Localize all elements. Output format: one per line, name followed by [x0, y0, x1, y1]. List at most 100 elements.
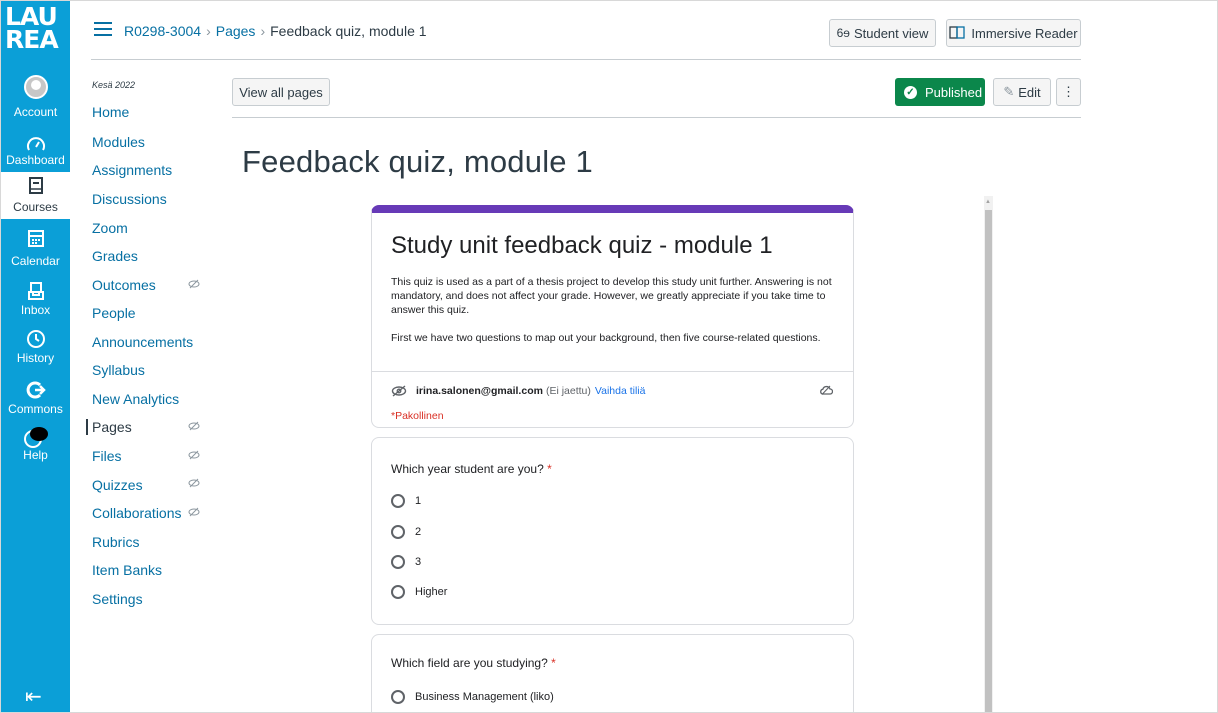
global-nav-history-label: History: [16, 351, 55, 365]
radio-button-icon: [391, 690, 405, 704]
global-nav-calendar[interactable]: Calendar: [1, 228, 70, 274]
radio-button-icon: [391, 494, 405, 508]
account-divider: [372, 371, 853, 372]
course-term: Kesä 2022: [92, 80, 136, 90]
global-nav-help-label: Help: [23, 448, 48, 462]
hidden-eye-icon: [188, 421, 200, 431]
toolbar-divider: [232, 117, 1081, 118]
course-menu-toggle-icon[interactable]: [94, 22, 112, 36]
student-view-button[interactable]: 6ɘ Student view: [829, 19, 936, 47]
form-header-card: Study unit feedback quiz - module 1 This…: [371, 205, 854, 428]
global-nav-inbox-label: Inbox: [20, 303, 51, 317]
course-nav-new-analytics[interactable]: New Analytics: [92, 391, 179, 407]
breadcrumb-course-link[interactable]: R0298-3004: [124, 23, 201, 39]
radio-option[interactable]: 1: [391, 494, 421, 508]
global-nav-inbox[interactable]: Inbox: [1, 281, 70, 327]
edit-button[interactable]: ✎ Edit: [993, 78, 1051, 106]
course-nav-assignments[interactable]: Assignments: [92, 162, 172, 178]
breadcrumb-current: Feedback quiz, module 1: [270, 23, 427, 39]
check-circle-icon: ✓: [904, 85, 917, 99]
radio-option[interactable]: 2: [391, 525, 421, 539]
course-nav-pages[interactable]: Pages: [86, 419, 132, 435]
course-nav-quizzes[interactable]: Quizzes: [92, 477, 143, 493]
breadcrumb-separator-icon: ›: [260, 23, 266, 39]
avatar-icon: [23, 75, 48, 99]
form-description-paragraph: First we have two questions to map out y…: [391, 332, 821, 344]
radio-option-label: Business Management (liko): [415, 691, 554, 703]
course-nav-rubrics[interactable]: Rubrics: [92, 534, 139, 550]
course-nav-settings[interactable]: Settings: [92, 591, 143, 607]
radio-button-icon: [391, 555, 405, 569]
scrollbar-thumb[interactable]: [985, 210, 992, 712]
course-nav-collaborations[interactable]: Collaborations: [92, 505, 182, 521]
pencil-icon: ✎: [1003, 84, 1015, 99]
embedded-form: Study unit feedback quiz - module 1 This…: [371, 196, 985, 712]
switch-account-link[interactable]: Vaihda tiliä: [595, 385, 646, 397]
global-nav: LAU REA Account Dashboard Courses Calend…: [1, 1, 70, 712]
radio-option-label: 3: [415, 556, 422, 568]
student-view-label: Student view: [853, 25, 929, 41]
required-star: *: [551, 656, 556, 670]
more-options-icon: ⋮: [1062, 84, 1075, 99]
radio-option-label: 2: [415, 526, 422, 538]
global-nav-help[interactable]: Help: [1, 425, 70, 471]
view-all-pages-label: View all pages: [239, 84, 323, 100]
radio-option[interactable]: Higher: [391, 585, 447, 599]
form-title: Study unit feedback quiz - module 1: [391, 232, 773, 259]
course-nav-people[interactable]: People: [92, 305, 136, 321]
question-text: Which year student are you?: [391, 462, 544, 476]
more-options-button[interactable]: ⋮: [1056, 78, 1081, 106]
question-text: Which field are you studying?: [391, 656, 548, 670]
global-nav-courses[interactable]: Courses: [1, 172, 70, 219]
account-line: irina.salonen@gmail.com (Ei jaettu) Vaih…: [391, 385, 645, 397]
course-nav-grades[interactable]: Grades: [92, 248, 138, 264]
global-nav-calendar-label: Calendar: [11, 254, 60, 268]
global-nav-commons[interactable]: Commons: [1, 380, 70, 426]
published-label: Published: [925, 84, 983, 100]
laurea-logo[interactable]: LAU REA: [5, 4, 67, 54]
immersive-reader-label: Immersive Reader: [971, 25, 1078, 41]
clock-icon: [26, 330, 45, 348]
eye-off-icon: [391, 385, 407, 397]
page-title: Feedback quiz, module 1: [242, 144, 593, 179]
form-scrollbar[interactable]: ▲: [984, 196, 993, 712]
radio-option[interactable]: Business Management (liko): [391, 690, 554, 704]
global-nav-account[interactable]: Account: [1, 75, 70, 121]
question-card: Which field are you studying? * Business…: [371, 634, 854, 712]
course-nav-modules[interactable]: Modules: [92, 134, 145, 150]
radio-option-label: 1: [415, 495, 422, 507]
required-note: *Pakollinen: [391, 410, 444, 422]
breadcrumb-pages-link[interactable]: Pages: [216, 23, 256, 39]
scroll-up-icon[interactable]: ▲: [985, 199, 991, 205]
immersive-reader-icon: [949, 26, 966, 39]
help-icon: [23, 427, 48, 448]
radio-option[interactable]: 3: [391, 555, 421, 569]
account-shared-status: (Ei jaettu): [545, 385, 591, 397]
commons-icon: [26, 381, 46, 399]
logo-line2: REA: [5, 25, 59, 54]
cloud-icon: [820, 385, 833, 395]
global-nav-history[interactable]: History: [1, 329, 70, 375]
course-nav-discussions[interactable]: Discussions: [92, 191, 167, 207]
student-view-icon: 6ɘ: [836, 26, 850, 40]
published-button[interactable]: ✓ Published: [895, 78, 985, 106]
course-nav-syllabus[interactable]: Syllabus: [92, 362, 145, 378]
question-title: Which field are you studying? *: [391, 656, 556, 670]
hidden-eye-icon: [188, 279, 200, 289]
course-nav-home[interactable]: Home: [92, 104, 129, 120]
course-nav-announcements[interactable]: Announcements: [92, 334, 193, 350]
calendar-icon: [27, 230, 44, 247]
global-nav-courses-label: Courses: [13, 200, 58, 214]
hidden-eye-icon: [188, 478, 200, 488]
course-nav-outcomes[interactable]: Outcomes: [92, 277, 156, 293]
breadcrumb: R0298-3004 › Pages › Feedback quiz, module 1: [124, 23, 427, 39]
course-nav-zoom[interactable]: Zoom: [92, 220, 128, 236]
view-all-pages-button[interactable]: View all pages: [232, 78, 330, 106]
hidden-eye-icon: [188, 450, 200, 460]
immersive-reader-button[interactable]: Immersive Reader: [946, 19, 1081, 47]
course-nav-files[interactable]: Files: [92, 448, 122, 464]
course-nav-item-banks[interactable]: Item Banks: [92, 562, 162, 578]
collapse-nav-icon[interactable]: ⇤: [25, 684, 42, 709]
inbox-icon: [27, 282, 44, 300]
global-nav-commons-label: Commons: [8, 402, 63, 416]
